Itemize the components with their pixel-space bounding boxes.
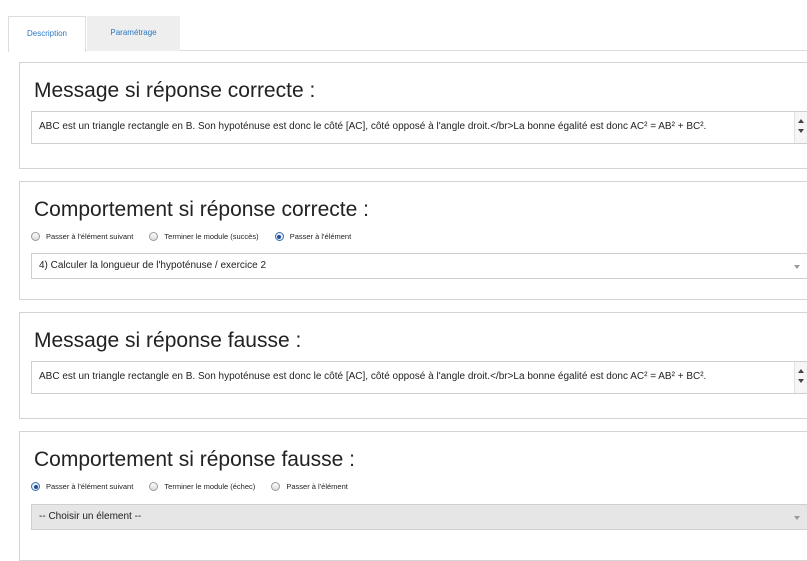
- radio-option-next[interactable]: Passer à l'élément suivant: [31, 482, 133, 491]
- panel-behavior-correct: Comportement si réponse correcte : Passe…: [19, 181, 807, 300]
- scroll-down-icon[interactable]: [798, 129, 804, 133]
- radio-option-finish[interactable]: Terminer le module (échec): [149, 482, 255, 491]
- radio-button-selected[interactable]: [31, 482, 40, 491]
- radio-option-goto[interactable]: Passer à l'élément: [274, 232, 352, 241]
- radio-label: Passer à l'élément: [289, 232, 352, 241]
- chevron-down-icon: [794, 516, 800, 520]
- radio-label: Passer à l'élément suivant: [46, 482, 134, 491]
- radio-label: Passer à l'élément suivant: [46, 232, 134, 241]
- section-title: Message si réponse fausse :: [34, 329, 302, 352]
- radio-button[interactable]: [149, 232, 159, 241]
- radio-label: Terminer le module (succès): [164, 232, 259, 241]
- panel-message-correct: Message si réponse correcte : ABC est un…: [19, 62, 807, 169]
- tab-parametrage[interactable]: Paramétrage: [87, 16, 180, 51]
- panel-behavior-wrong: Comportement si réponse fausse : Passer …: [19, 431, 807, 561]
- radio-button[interactable]: [271, 482, 281, 491]
- radio-option-finish[interactable]: Terminer le module (succès): [149, 232, 259, 241]
- radio-label: Passer à l'élément: [286, 482, 348, 491]
- message-correct-textarea[interactable]: ABC est un triangle rectangle en B. Son …: [31, 111, 807, 144]
- radio-group-wrong: Passer à l'élément suivant Terminer le m…: [31, 482, 362, 494]
- textarea-text: ABC est un triangle rectangle en B. Son …: [39, 121, 707, 132]
- radio-group-correct: Passer à l'élément suivant Terminer le m…: [31, 232, 365, 244]
- chevron-down-icon: [794, 265, 800, 269]
- textarea-scrollbar[interactable]: [794, 112, 807, 143]
- select-value: -- Choisir un élement --: [39, 511, 142, 522]
- section-title: Message si réponse correcte :: [34, 79, 316, 102]
- panel-message-wrong: Message si réponse fausse : ABC est un t…: [19, 312, 807, 419]
- message-wrong-textarea[interactable]: ABC est un triangle rectangle en B. Son …: [31, 361, 807, 394]
- section-title: Comportement si réponse fausse :: [34, 448, 355, 471]
- radio-button[interactable]: [149, 482, 159, 491]
- radio-option-goto[interactable]: Passer à l'élément: [271, 482, 348, 491]
- radio-label: Terminer le module (échec): [164, 482, 256, 491]
- scroll-down-icon[interactable]: [798, 379, 804, 383]
- scroll-up-icon[interactable]: [798, 119, 804, 123]
- tab-bar: Description Paramétrage: [8, 16, 807, 52]
- select-value: 4) Calculer la longueur de l'hypoténuse …: [39, 260, 267, 271]
- scroll-up-icon[interactable]: [798, 369, 804, 373]
- radio-option-next[interactable]: Passer à l'élément suivant: [31, 232, 133, 241]
- element-select-wrong[interactable]: -- Choisir un élement --: [31, 504, 807, 530]
- textarea-text: ABC est un triangle rectangle en B. Son …: [39, 371, 707, 382]
- textarea-scrollbar[interactable]: [794, 362, 807, 393]
- tab-description[interactable]: Description: [8, 16, 86, 52]
- element-select-correct[interactable]: 4) Calculer la longueur de l'hypoténuse …: [31, 253, 807, 279]
- radio-button-selected[interactable]: [274, 232, 284, 241]
- radio-button[interactable]: [31, 232, 40, 241]
- section-title: Comportement si réponse correcte :: [34, 198, 369, 221]
